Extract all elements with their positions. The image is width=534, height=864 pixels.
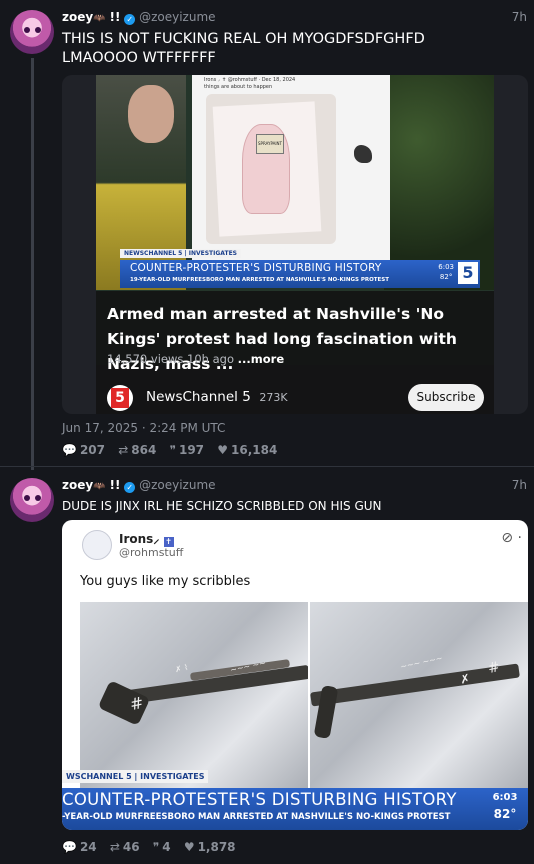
reply-icon: 💬 — [62, 840, 77, 854]
channel-name[interactable]: NewsChannel 5 — [146, 389, 251, 405]
video-card[interactable]: Irons ⸝ ✝ @rohmstuff · Dec 18, 2024 thin… — [62, 75, 528, 414]
repost-stat[interactable]: ⇄ 864 — [118, 443, 156, 457]
bat-icon: 🦇 — [93, 481, 106, 492]
drawing-sign: SPRAYPAINT — [256, 134, 284, 154]
reply-stat[interactable]: 💬 24 — [62, 840, 97, 854]
news-headline: COUNTER-PROTESTER'S DISTURBING HISTORY — [130, 262, 382, 274]
handle[interactable]: @zoeyizume — [139, 10, 215, 24]
video-ago: 10h ago — [187, 352, 234, 366]
thread-line — [31, 58, 34, 470]
repost-icon: ⇄ — [118, 443, 129, 457]
tweet-author-handle: @rohmstuff — [119, 546, 184, 559]
post-text: THIS IS NOT FUCKING REAL OH MYOGDFSDFGHF… — [62, 31, 425, 66]
news-subline: 19-YEAR-OLD MURFREESBORO MAN ARRESTED AT… — [130, 277, 389, 283]
quote-icon: ❞ — [152, 840, 160, 854]
heart-icon: ♥ — [183, 840, 195, 854]
news-tag: WSCHANNEL 5 | INVESTIGATES — [62, 770, 209, 783]
post-time[interactable]: 7h — [512, 10, 527, 24]
post-date[interactable]: Jun 17, 2025 · 2:24 PM UTC — [62, 421, 225, 435]
news-time-temp: 6:03 82° — [488, 790, 522, 822]
news-headline: COUNTER-PROTESTER'S DISTURBING HISTORY — [62, 790, 457, 809]
channel-avatar[interactable]: 5 — [107, 385, 133, 411]
post-header: zoey🦇 !! ✓ @zoeyizume — [62, 478, 216, 493]
post-text: DUDE IS JINX IRL HE SCHIZO SCRIBBLED ON … — [62, 499, 382, 513]
quote-stat[interactable]: ❞ 197 — [170, 443, 205, 457]
display-name[interactable]: zoey — [62, 478, 93, 492]
like-stat[interactable]: ♥ 16,184 — [217, 443, 277, 457]
reply-icon: 💬 — [62, 443, 77, 457]
tweet-author-name: Irons⸝ ✝ — [119, 532, 174, 547]
subscriber-count: 273K — [259, 391, 288, 404]
news-lower-third: WSCHANNEL 5 | INVESTIGATES COUNTER-PROTE… — [62, 770, 528, 830]
post-1[interactable]: zoey🦇 !! ✓ @zoeyizume 7h THIS IS NOT FUC… — [0, 0, 534, 470]
verified-badge-icon: ✓ — [124, 14, 136, 25]
more-options-icon: ⊘ · — [501, 530, 522, 546]
news-tag: NEWSCHANNEL 5 | INVESTIGATES — [120, 249, 241, 258]
avatar[interactable] — [10, 10, 54, 54]
news-temp: 82° — [493, 807, 517, 821]
news-time: 6:03 — [438, 263, 454, 271]
handle[interactable]: @zoeyizume — [139, 478, 215, 492]
post-header: zoey🦇 !! ✓ @zoeyizume — [62, 10, 216, 25]
name-suffix: !! — [109, 478, 121, 492]
tweet-author-avatar — [82, 530, 112, 560]
quote-icon: ❞ — [169, 443, 176, 457]
quote-stat[interactable]: ❞ 4 — [153, 840, 171, 854]
subscribe-button[interactable]: Subscribe — [408, 384, 484, 411]
channel-logo: 5 — [111, 388, 129, 408]
verified-badge-icon: ✓ — [124, 482, 136, 493]
news-time: 6:03 — [492, 792, 518, 803]
image-card[interactable]: Irons⸝ ✝ @rohmstuff ⊘ · You guys like my… — [62, 520, 528, 830]
screen-tweet-text: things are about to happen — [204, 84, 273, 90]
bat-icon: 🦇 — [93, 13, 106, 24]
reply-stat[interactable]: 💬 207 — [62, 443, 105, 457]
video-views: 14,570 views — [107, 352, 184, 366]
avatar[interactable] — [10, 478, 54, 522]
gun-photo-left: # ✗ ⌇ ~~~ ~~ — [80, 602, 308, 792]
screen-tweet-author: Irons ⸝ ✝ @rohmstuff · Dec 18, 2024 — [204, 77, 296, 83]
pistol-shape — [354, 145, 372, 163]
post-time[interactable]: 7h — [512, 478, 527, 492]
more-link[interactable]: ...more — [238, 352, 284, 366]
repost-stat[interactable]: ⇄ 46 — [110, 840, 140, 854]
post-stats: 💬 207 ⇄ 864 ❞ 197 ♥ 16,184 — [62, 443, 286, 457]
name-suffix: !! — [109, 10, 121, 24]
drawing-photo: SPRAYPAINT — [206, 94, 336, 244]
display-name[interactable]: zoey — [62, 10, 93, 24]
repost-icon: ⇄ — [109, 840, 120, 854]
news-lower-third: NEWSCHANNEL 5 | INVESTIGATES COUNTER-PRO… — [120, 240, 480, 288]
news-logo: 5 — [458, 262, 478, 284]
like-stat[interactable]: ♥ 1,878 — [184, 840, 236, 854]
video-meta: 14,570 views 10h ago ...more — [107, 352, 284, 366]
news-subline: -YEAR-OLD MURFREESBORO MAN ARRESTED AT N… — [62, 812, 451, 822]
gun-photo-right: ~~~ ~~~ # ✗ — [310, 602, 528, 792]
heart-icon: ♥ — [217, 443, 228, 457]
channel-info[interactable]: NewsChannel 5 273K — [146, 389, 288, 405]
news-time-temp: 6:03 82° — [438, 262, 454, 282]
news-temp: 82° — [439, 273, 453, 281]
tweet-text: You guys like my scribbles — [80, 574, 251, 589]
post-stats: 💬 24 ⇄ 46 ❞ 4 ♥ 1,878 — [62, 840, 245, 854]
